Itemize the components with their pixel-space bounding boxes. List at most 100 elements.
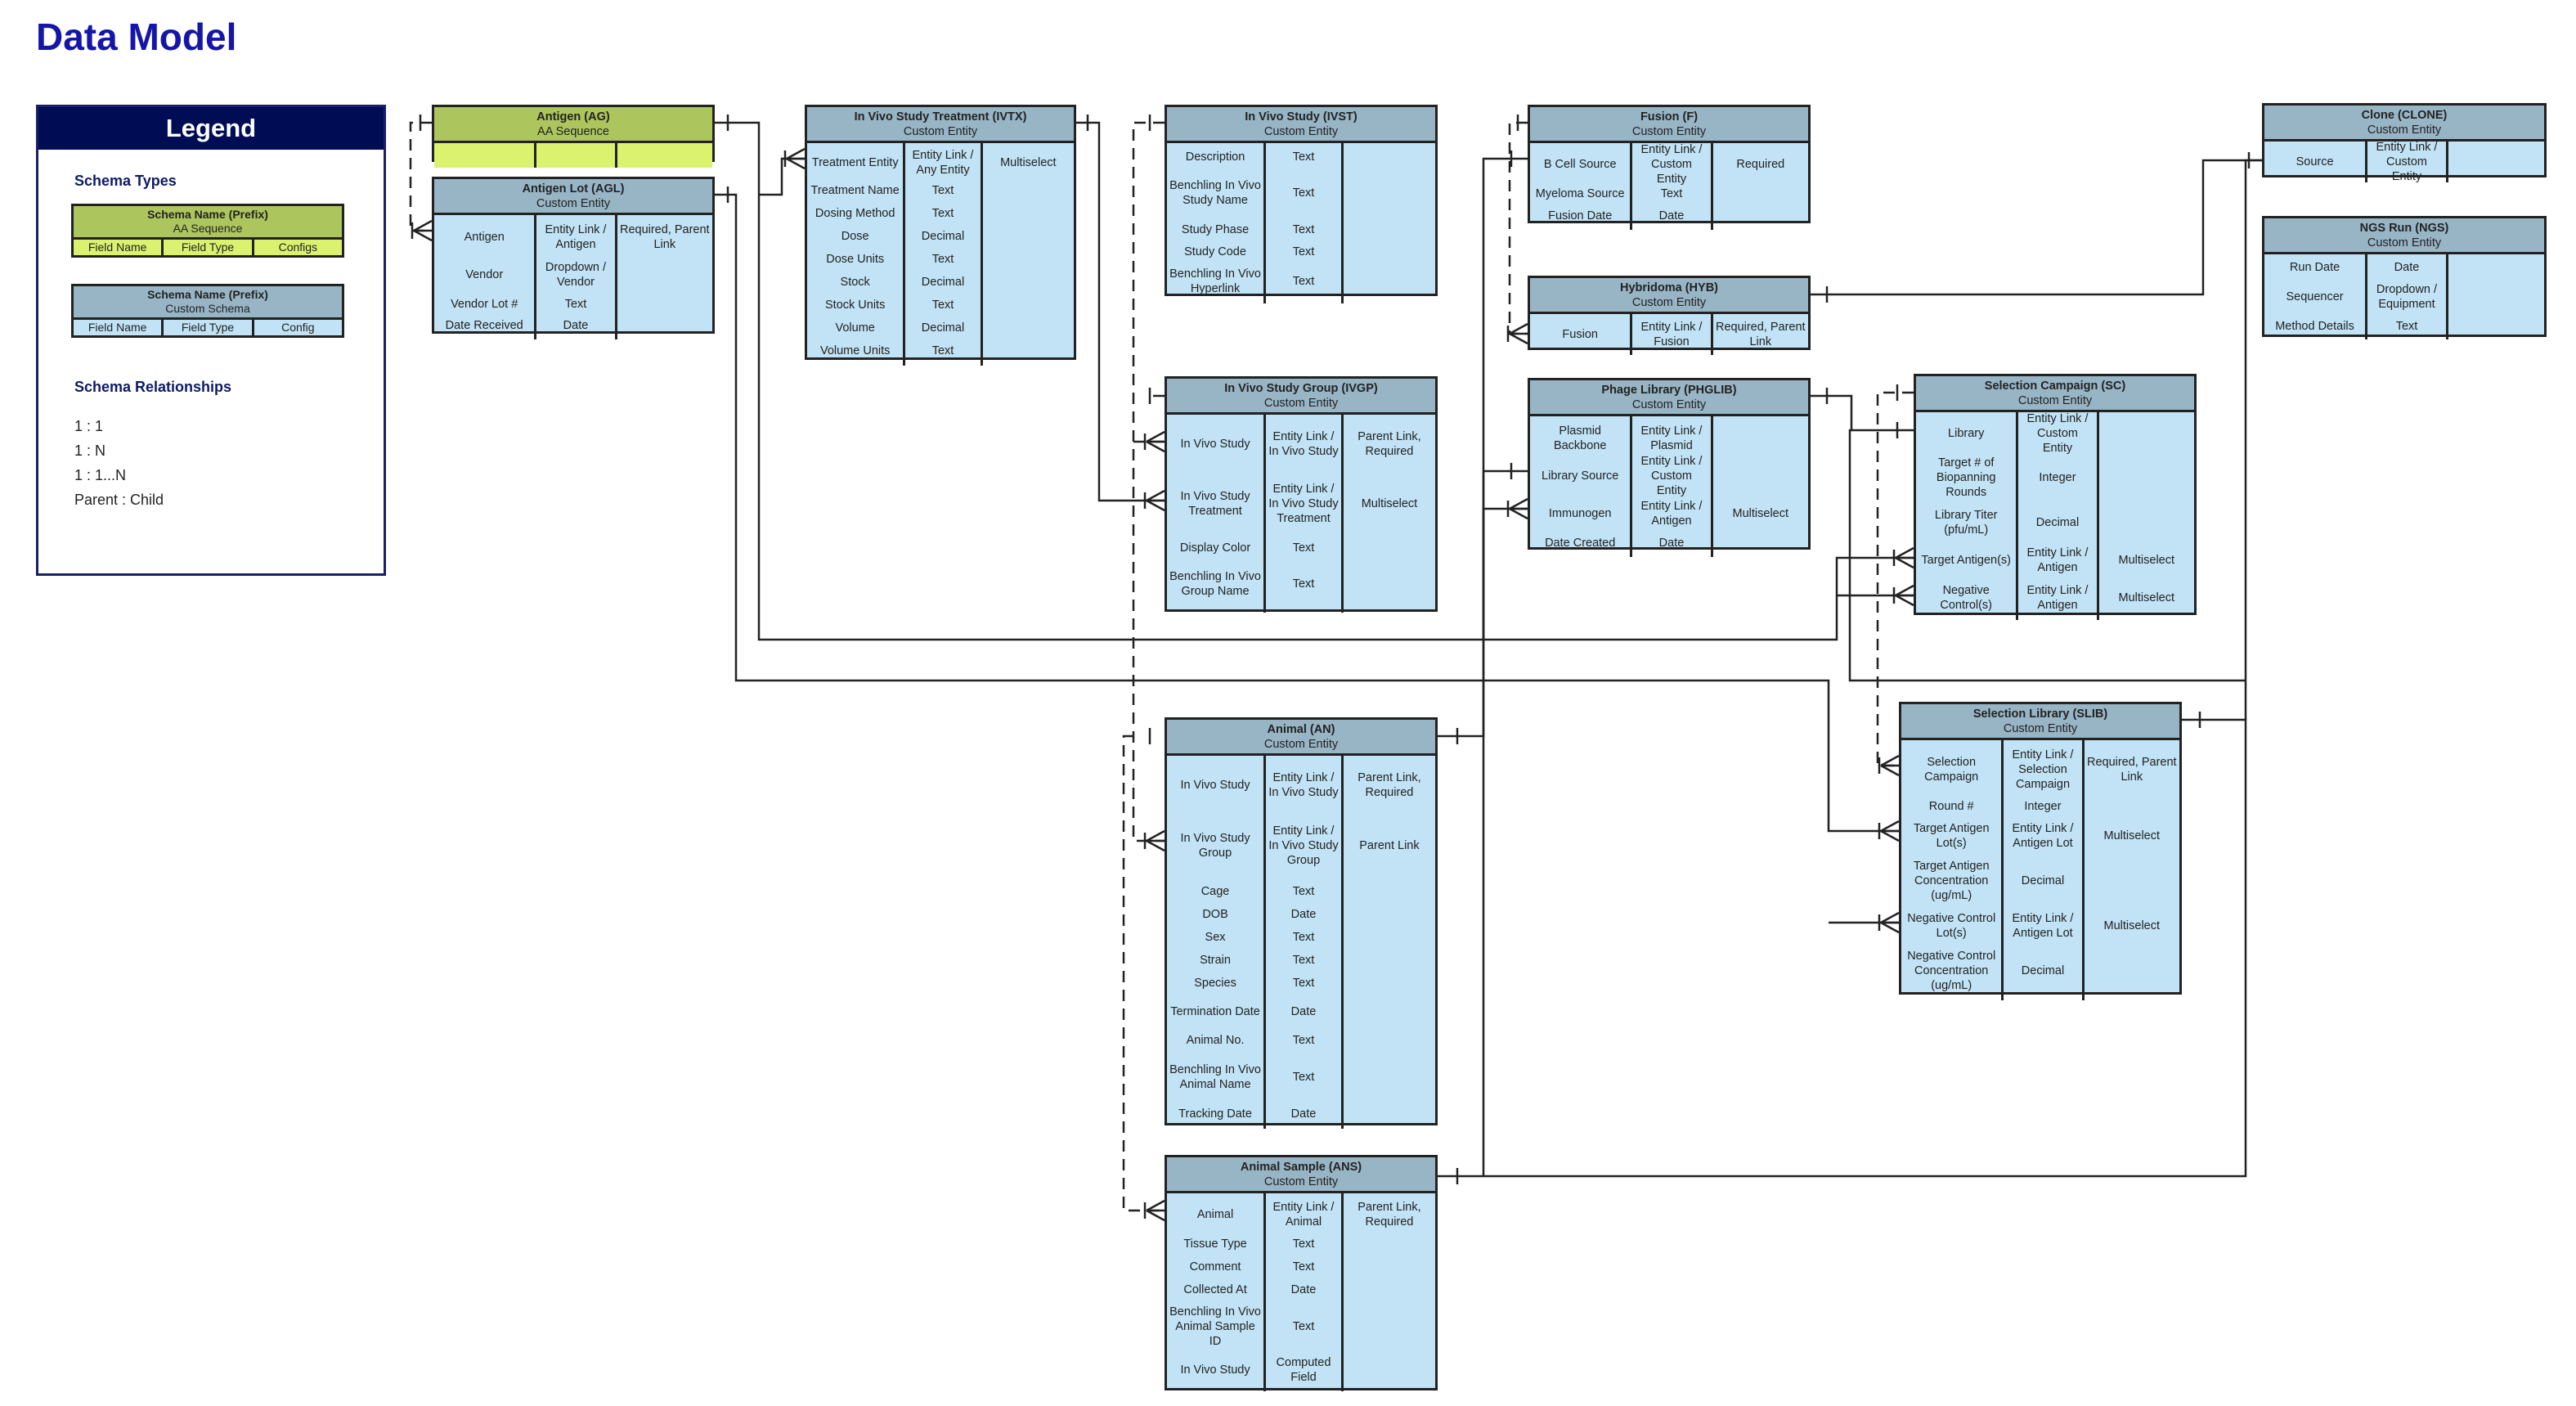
many-marker: [1895, 546, 1914, 569]
field-config: [1344, 537, 1435, 559]
entity-sc[interactable]: Selection Campaign (SC) Custom Entity Libr…: [1914, 374, 2197, 620]
entity-phglib[interactable]: Phage Library (PHGLIB) Custom Entity Plasm…: [1528, 378, 1811, 557]
entity-an[interactable]: Animal (AN) Custom Entity In Vivo Study In …: [1165, 717, 1438, 1129]
entity-type: Custom Entity: [2367, 124, 2442, 137]
field-type: Text: [1292, 977, 1315, 990]
field-type: Text: [1292, 931, 1315, 944]
entity-name: Antigen (AG): [536, 110, 610, 124]
field-config: [1344, 926, 1435, 949]
field-name: Sequencer: [2286, 290, 2344, 303]
field-config: Required, Parent Link: [2086, 756, 2177, 784]
many-marker: [1880, 754, 1900, 777]
field-type-column: Entity Link / Custom Entity Integer Decima…: [2018, 412, 2099, 620]
field-type: Entity Link / Plasmid: [1640, 424, 1703, 452]
entity-header: Antigen (AG) AA Sequence: [434, 107, 712, 143]
field-type: Text: [1292, 1320, 1315, 1333]
field-name: Animal: [1196, 1208, 1234, 1221]
entity-fields: Run Date Sequencer Method Details Date Dropd…: [2264, 254, 2544, 339]
entity-ans[interactable]: Animal Sample (ANS) Custom Entity Animal Ti…: [1165, 1155, 1438, 1391]
field-type-column: Entity Link / In Vivo Study Entity Link /…: [1266, 756, 1344, 1129]
entity-header: In Vivo Study Group (IVGP) Custom Entity: [1167, 379, 1435, 415]
field-name-column: Library Target # of Biopanning Rounds Libr…: [1916, 412, 2019, 620]
field-name: Benchling In Vivo Group Name: [1169, 570, 1261, 598]
field-type-column: [536, 143, 617, 168]
entity-fields: In Vivo Study In Vivo Study Treatment Disp…: [1167, 415, 1435, 613]
entity-hyb[interactable]: Hybridoma (HYB) Custom Entity Fusion Entity…: [1528, 276, 1811, 355]
field-config: Multiselect: [2103, 829, 2161, 842]
entity-type: Custom Entity: [536, 197, 611, 210]
field-name: Method Details: [2275, 320, 2354, 333]
field-name: Round #: [1928, 800, 1974, 813]
field-config: Multiselect: [2118, 554, 2175, 567]
field-type: Decimal: [921, 230, 965, 243]
field-config: [1344, 1256, 1435, 1278]
entity-header: Selection Campaign (SC) Custom Entity: [1916, 376, 2194, 412]
legend-rel-one-one-many: 1 : 1...N: [74, 467, 127, 483]
field-name: Myeloma Source: [1535, 187, 1625, 200]
field-config-column: Required, Parent Link: [1713, 314, 1808, 355]
field-type: Dropdown / Equipment: [2376, 283, 2438, 311]
field-config: [1344, 559, 1435, 609]
entity-ag[interactable]: Antigen (AG) AA Sequence: [432, 105, 715, 168]
field-config: [617, 294, 712, 315]
entity-name: Clone (CLONE): [2361, 109, 2448, 122]
entity-f[interactable]: Fusion (F) Custom Entity B Cell Source Myel…: [1528, 105, 1811, 230]
field-type: Text: [1292, 150, 1315, 164]
field-name: Selection Campaign: [1924, 756, 1979, 784]
field-config: [1344, 972, 1435, 995]
entity-fields: Library Target # of Biopanning Rounds Libr…: [1916, 412, 2194, 620]
field-type: Text: [1292, 245, 1315, 258]
field-config: Parent Link, Required: [1358, 771, 1421, 799]
many-marker: [1880, 911, 1900, 934]
field-name: In Vivo Study: [1180, 779, 1250, 792]
field-config-column: Parent Link, Required Multiselect: [1344, 415, 1435, 613]
field-type: Text: [1292, 1260, 1315, 1273]
entity-agl[interactable]: Antigen Lot (AGL) Custom Entity Antigen Ven…: [432, 177, 715, 339]
entity-ngs[interactable]: NGS Run (NGS) Custom Entity Run Date Sequen…: [2262, 216, 2547, 339]
entity-ivst[interactable]: In Vivo Study (IVST) Custom Entity Descrip…: [1165, 105, 1438, 303]
entity-header: Selection Library (SLIB) Custom Entity: [1901, 704, 2179, 740]
field-name: Collected At: [1183, 1283, 1247, 1296]
field-name-column: Description Benchling In Vivo Study Name S…: [1167, 143, 1267, 303]
field-config: [1713, 532, 1808, 554]
entity-ivtx[interactable]: In Vivo Study Treatment (IVTX) Custom Ent…: [805, 105, 1076, 366]
field-type-column: Date Dropdown / Equipment Text: [2367, 254, 2448, 339]
field-config: Parent Link: [1359, 839, 1420, 852]
field-config: [2448, 258, 2544, 277]
field-type-column: Entity Link / In Vivo Study Entity Link /…: [1266, 415, 1344, 613]
legend-relationships-heading: Schema Relationships: [74, 379, 232, 395]
field-type: Entity Link / In Vivo Study: [1268, 771, 1339, 799]
legend-aa-sequence-example: Schema Name (Prefix) AA Sequence Field N…: [71, 204, 344, 258]
entity-slib[interactable]: Selection Library (SLIB) Custom Entity Sel…: [1899, 702, 2182, 1000]
entity-name: Phage Library (PHGLIB): [1601, 384, 1737, 397]
rel-fusion-hyb: [1508, 121, 1528, 335]
legend-config: Config: [281, 321, 315, 334]
field-name: Vendor Lot #: [451, 298, 518, 311]
field-name: In Vivo Study: [1180, 1363, 1250, 1377]
many-marker: [1146, 1199, 1165, 1222]
field-config: [1344, 903, 1435, 926]
entity-clone[interactable]: Clone (CLONE) Custom Entity Source Entity L…: [2262, 103, 2547, 183]
entity-name: Antigen Lot (AGL): [522, 182, 625, 195]
field-name: Immunogen: [1548, 507, 1612, 520]
field-type: Entity Link / Antigen: [2026, 546, 2089, 574]
field-name: Benchling In Vivo Study Name: [1169, 179, 1261, 207]
entity-ivgp[interactable]: In Vivo Study Group (IVGP) Custom Entity I…: [1165, 376, 1438, 613]
field-name: Study Phase: [1181, 223, 1250, 236]
field-config: [2448, 145, 2544, 179]
field-config: [1344, 1233, 1435, 1256]
field-config-column: Parent Link, Required: [1344, 1193, 1435, 1391]
field-config: [617, 315, 712, 336]
entity-fields: Plasmid Backbone Library Source Immunogen D…: [1530, 416, 1808, 557]
field-name: Dose Units: [826, 253, 885, 266]
field-config: [1344, 949, 1435, 972]
field-type: Entity Link / Animal: [1272, 1201, 1335, 1229]
field-type: Date: [2394, 261, 2420, 274]
field-name: Library Source: [1542, 469, 1619, 483]
entity-fields: Antigen Vendor Vendor Lot # Date Received En…: [434, 215, 712, 339]
field-name-column: Antigen Vendor Vendor Lot # Date Received: [434, 215, 537, 339]
field-name: Source: [2296, 155, 2334, 168]
entity-name: In Vivo Study (IVST): [1245, 110, 1358, 124]
field-name: Negative Control(s): [1940, 584, 1993, 612]
field-type: Text: [564, 298, 587, 311]
